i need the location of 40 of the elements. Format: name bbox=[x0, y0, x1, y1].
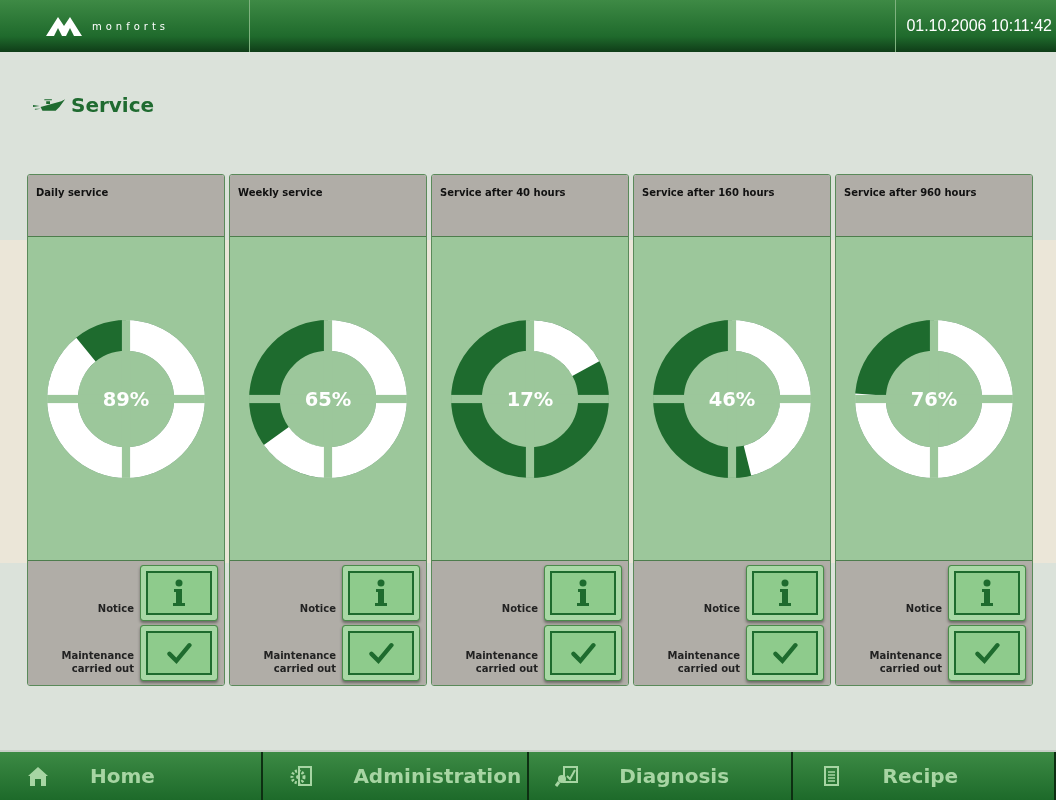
notice-label: Notice bbox=[96, 602, 134, 615]
nav-button[interactable]: Diagnosis bbox=[529, 752, 793, 800]
notice-label: Notice bbox=[904, 602, 942, 615]
card-title: Service after 40 hours bbox=[440, 187, 566, 198]
info-button[interactable] bbox=[746, 565, 824, 621]
maintenance-label: Maintenance carried out bbox=[666, 649, 740, 675]
confirm-button[interactable] bbox=[342, 625, 420, 681]
card-title: Daily service bbox=[36, 187, 109, 198]
percent-label: 89% bbox=[102, 387, 150, 411]
percent-label: 65% bbox=[304, 387, 352, 411]
maintenance-label: Maintenance carried out bbox=[868, 649, 942, 675]
notice-label: Notice bbox=[500, 602, 538, 615]
house-icon bbox=[26, 764, 50, 788]
card-title: Weekly service bbox=[238, 187, 323, 198]
percent-label: 76% bbox=[910, 387, 958, 411]
maintenance-label: Maintenance carried out bbox=[60, 649, 134, 675]
maintenance-label: Maintenance carried out bbox=[464, 649, 538, 675]
confirm-button[interactable] bbox=[544, 625, 622, 681]
notice-label: Notice bbox=[298, 602, 336, 615]
magnifier-chart-icon bbox=[555, 764, 580, 788]
confirm-button[interactable] bbox=[948, 625, 1026, 681]
percent-label: 17% bbox=[506, 387, 554, 411]
percent-label: 46% bbox=[708, 387, 756, 411]
info-button[interactable] bbox=[342, 565, 420, 621]
nav-button[interactable]: Recipe bbox=[792, 752, 1056, 800]
nav-button[interactable]: Administration bbox=[263, 752, 530, 800]
logo-icon bbox=[44, 15, 84, 37]
confirm-button[interactable] bbox=[140, 625, 218, 681]
card-title: Service after 160 hours bbox=[642, 187, 775, 198]
notice-label: Notice bbox=[702, 602, 740, 615]
confirm-button[interactable] bbox=[746, 625, 824, 681]
info-button[interactable] bbox=[140, 565, 218, 621]
info-button[interactable] bbox=[948, 565, 1026, 621]
card-title: Service after 960 hours bbox=[844, 187, 977, 198]
brand-name: monforts bbox=[92, 20, 170, 32]
maintenance-label: Maintenance carried out bbox=[262, 649, 336, 675]
page-title: Service bbox=[71, 93, 155, 117]
nav-button[interactable]: Home bbox=[0, 752, 264, 800]
gear-document-icon bbox=[289, 764, 314, 788]
info-button[interactable] bbox=[544, 565, 622, 621]
